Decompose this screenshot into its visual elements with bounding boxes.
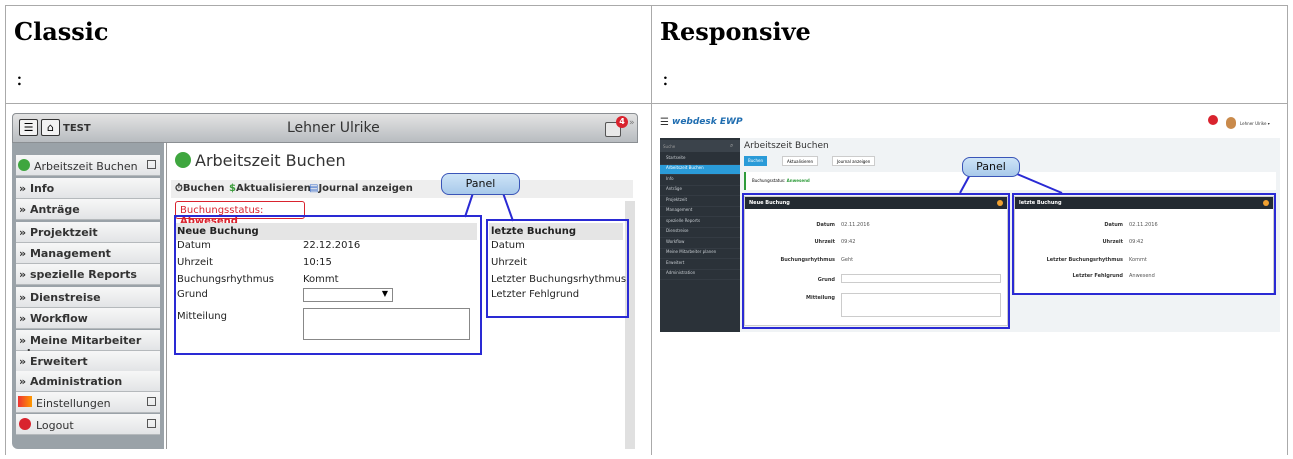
- responsive-panel-highlight-2: [1012, 193, 1276, 295]
- sidebar-item-startseite[interactable]: Startseite: [660, 155, 740, 165]
- notification-badge: 4: [616, 116, 628, 128]
- user-menu[interactable]: Lehner Ulrike ▾: [1240, 121, 1270, 126]
- sidebar-item-arbeitszeit[interactable]: Arbeitszeit Buchen: [660, 165, 740, 175]
- user-name: Lehner Ulrike: [287, 120, 380, 136]
- sidebar-item-info[interactable]: Info: [660, 176, 740, 186]
- sidebar-item-antraege[interactable]: Anträge: [660, 186, 740, 196]
- sidebar-item-workflow[interactable]: » Workflow: [16, 308, 160, 329]
- classic-header: Classic: [14, 17, 109, 46]
- aktualisieren-button[interactable]: Aktualisieren: [782, 156, 819, 166]
- home-icon[interactable]: ⌂: [41, 119, 60, 136]
- window-icon: [147, 397, 156, 406]
- responsive-header: Responsive: [660, 17, 811, 46]
- app-name: TEST: [63, 123, 91, 134]
- sidebar-item-reports[interactable]: spezielle Reports: [660, 218, 740, 228]
- sidebar-item-projektzeit[interactable]: » Projektzeit: [16, 222, 160, 243]
- sidebar-item-dienstreise[interactable]: » Dienstreise: [16, 287, 160, 308]
- classic-callout: Panel: [441, 173, 520, 195]
- collapse-icon[interactable]: »: [629, 118, 635, 128]
- sidebar-item-administration[interactable]: » Administration: [16, 371, 160, 392]
- sidebar-item-projektzeit[interactable]: Projektzeit: [660, 197, 740, 207]
- toolbar: ⏱Buchen $Aktualisieren ▤Journal anzeigen: [171, 180, 633, 198]
- sidebar-item-management[interactable]: » Management: [16, 243, 160, 264]
- journal-button[interactable]: ▤Journal anzeigen: [309, 183, 413, 194]
- classic-top-bar: ☰ ⌂ TEST Lehner Ulrike 4 »: [12, 113, 638, 143]
- sidebar-item-management[interactable]: Management: [660, 207, 740, 217]
- responsive-callout: Panel: [962, 157, 1020, 177]
- search-input[interactable]: Suche ⌕: [660, 140, 740, 152]
- brand-logo: webdesk EWP: [672, 117, 743, 127]
- aktualisieren-button[interactable]: $Aktualisieren: [229, 183, 311, 194]
- responsive-colon: :: [662, 66, 669, 90]
- avatar[interactable]: [1226, 117, 1236, 129]
- responsive-sidebar: Suche ⌕ Startseite Arbeitszeit Buchen In…: [660, 138, 740, 332]
- sidebar-item-logout[interactable]: Logout: [16, 414, 160, 435]
- sidebar-item-dienstreise[interactable]: Dienstreise: [660, 228, 740, 238]
- sidebar-item-erweitert[interactable]: » Erweitert: [16, 351, 160, 372]
- buchen-button[interactable]: Buchen: [744, 156, 768, 166]
- window-icon: [147, 419, 156, 428]
- sidebar-item-reports[interactable]: » spezielle Reports: [16, 264, 160, 285]
- classic-panel-highlight: [174, 215, 482, 355]
- classic-panel-highlight-2: [486, 219, 629, 318]
- sidebar-item-einstellungen[interactable]: Einstellungen: [16, 392, 160, 413]
- sidebar-item-info[interactable]: » Info: [16, 178, 160, 199]
- menu-icon[interactable]: ☰: [19, 119, 38, 136]
- buchen-button[interactable]: ⏱Buchen: [175, 183, 225, 194]
- sidebar-item-administration[interactable]: Administration: [660, 270, 740, 280]
- sidebar-item-workflow[interactable]: Workflow: [660, 239, 740, 249]
- green-circle-icon: [18, 159, 30, 171]
- page-title: Arbeitszeit Buchen: [195, 151, 346, 170]
- page-title: Arbeitszeit Buchen: [744, 141, 829, 151]
- classic-sidebar: Arbeitszeit Buchen » Info » Anträge » Pr…: [12, 143, 164, 449]
- sidebar-item-antraege[interactable]: » Anträge: [16, 199, 160, 220]
- journal-button[interactable]: Journal anzeigen: [832, 156, 876, 166]
- sidebar-item-erweitert[interactable]: Erweitert: [660, 260, 740, 270]
- sidebar-item-arbeitszeit[interactable]: Arbeitszeit Buchen: [16, 155, 160, 176]
- responsive-panel-highlight: [742, 193, 1010, 329]
- power-icon: [19, 418, 31, 430]
- window-icon: [147, 160, 156, 169]
- search-icon: ⌕: [730, 142, 734, 149]
- settings-icon: [18, 396, 32, 407]
- green-circle-icon: [175, 152, 191, 168]
- classic-colon: :: [16, 66, 23, 90]
- menu-icon[interactable]: ☰: [660, 117, 669, 128]
- responsive-top-bar: ☰ webdesk EWP Lehner Ulrike ▾: [660, 113, 1280, 137]
- sidebar-item-mitarbeiter[interactable]: Meine Mitarbeiter planen: [660, 249, 740, 259]
- sidebar-item-mitarbeiter[interactable]: » Meine Mitarbeiter planen: [16, 330, 160, 360]
- notification-badge[interactable]: [1208, 115, 1218, 125]
